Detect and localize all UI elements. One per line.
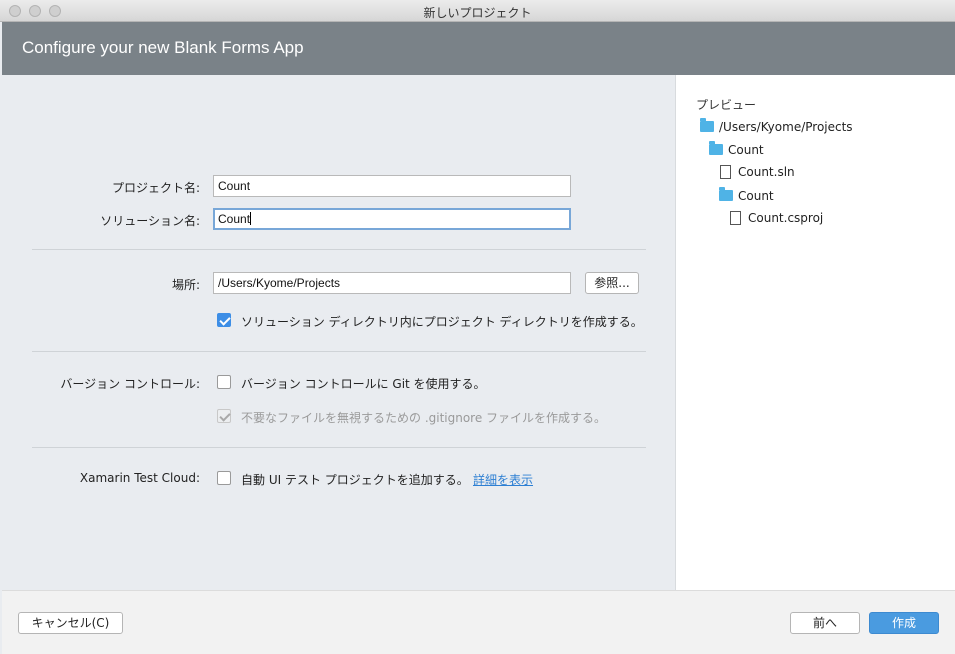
location-input[interactable]: /Users/Kyome/Projects [213, 272, 571, 294]
cancel-button[interactable]: キャンセル(C) [18, 612, 123, 634]
wizard-footer: キャンセル(C) 前へ 作成 [2, 590, 955, 654]
gitignore-checkbox [217, 409, 231, 423]
tree-item-solution-folder: Count [709, 141, 764, 159]
preview-title: プレビュー [696, 98, 757, 112]
tree-item-label: Count.csproj [748, 211, 824, 225]
preview-panel: プレビュー /Users/Kyome/Projects Count Count.… [675, 75, 955, 590]
show-details-link[interactable]: 詳細を表示 [473, 471, 533, 488]
browse-button[interactable]: 参照... [585, 272, 639, 294]
back-button[interactable]: 前へ [790, 612, 860, 634]
add-ui-test-label: 自動 UI テスト プロジェクトを追加する。 [241, 473, 469, 487]
tree-item-project-folder: Count [719, 187, 774, 205]
section-divider [32, 447, 646, 448]
configuration-form: プロジェクト名: Count ソリューション名: Count 場所: /User… [2, 75, 674, 590]
page-title: Configure your new Blank Forms App [22, 38, 304, 57]
window-title: 新しいプロジェクト [423, 6, 532, 20]
gitignore-label: 不要なファイルを無視するための .gitignore ファイルを作成する。 [241, 411, 607, 425]
create-directory-checkbox[interactable] [217, 313, 231, 327]
tree-item-label: Count [738, 189, 774, 203]
create-directory-label: ソリューション ディレクトリ内にプロジェクト ディレクトリを作成する。 [241, 315, 643, 329]
project-name-label: プロジェクト名: [111, 181, 200, 195]
folder-icon [709, 141, 723, 155]
use-git-label: バージョン コントロールに Git を使用する。 [241, 377, 486, 391]
file-icon [730, 211, 741, 225]
section-divider [32, 249, 646, 250]
test-cloud-label: Xamarin Test Cloud: [79, 471, 200, 485]
version-control-label: バージョン コントロール: [60, 377, 200, 391]
folder-icon [700, 118, 714, 132]
location-label: 場所: [171, 278, 200, 292]
tree-item-label: /Users/Kyome/Projects [719, 120, 853, 134]
tree-item-projects-folder: /Users/Kyome/Projects [700, 118, 853, 136]
tree-item-project-file: Count.csproj [730, 211, 823, 227]
solution-name-label: ソリューション名: [100, 214, 200, 228]
section-divider [32, 351, 646, 352]
tree-item-label: Count.sln [738, 165, 795, 179]
tree-item-solution-file: Count.sln [720, 165, 795, 181]
folder-icon [719, 187, 733, 201]
file-icon [720, 165, 731, 179]
create-button[interactable]: 作成 [869, 612, 939, 634]
add-ui-test-checkbox[interactable] [217, 471, 231, 485]
solution-name-input[interactable]: Count [213, 208, 571, 230]
text-caret [250, 212, 252, 225]
use-git-checkbox[interactable] [217, 375, 231, 389]
solution-name-value: Count [218, 212, 251, 226]
wizard-header: Configure your new Blank Forms App [2, 22, 955, 75]
project-name-input[interactable]: Count [213, 175, 571, 197]
tree-item-label: Count [728, 143, 764, 157]
title-bar: 新しいプロジェクト [0, 0, 955, 22]
